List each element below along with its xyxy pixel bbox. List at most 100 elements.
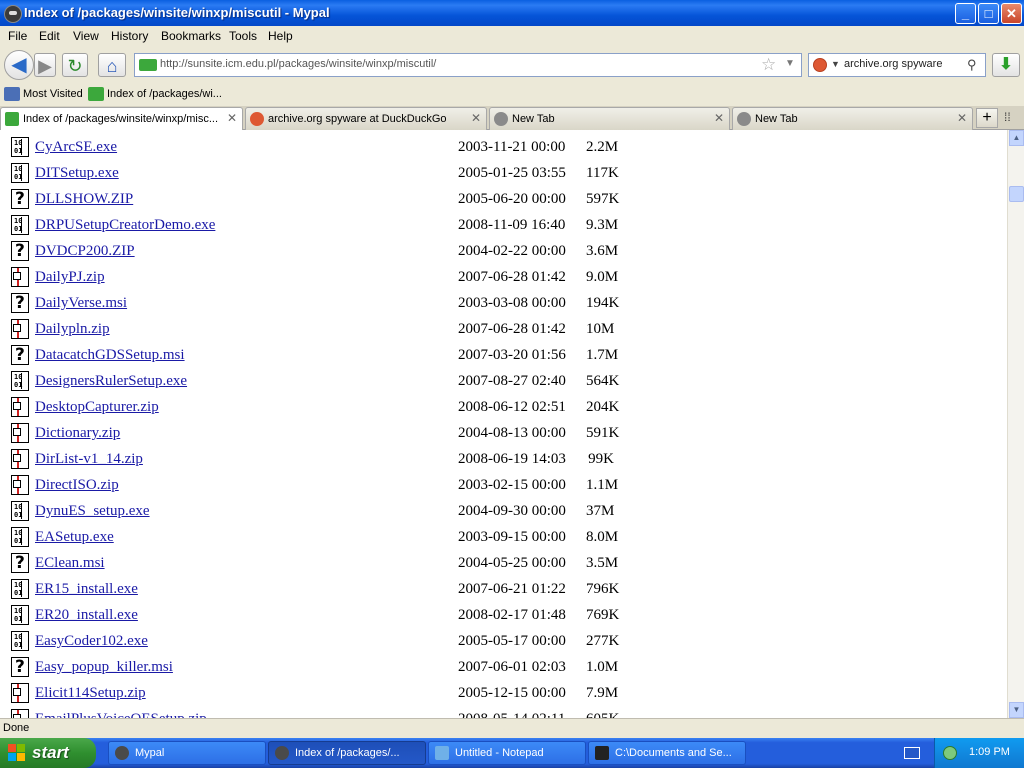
file-date: 2005-12-15 00:00 <box>458 685 566 701</box>
file-link[interactable]: DVDCP200.ZIP <box>35 243 135 260</box>
forward-button[interactable]: ▶ <box>34 53 56 77</box>
tab-close-icon[interactable]: ✕ <box>227 111 237 125</box>
engine-dropdown-icon[interactable]: ▼ <box>831 59 840 69</box>
back-button[interactable]: ◀ <box>4 50 34 80</box>
menu-history[interactable]: History <box>111 29 148 43</box>
mypal-task-icon <box>275 746 289 760</box>
file-size: 99K <box>588 451 614 467</box>
close-button[interactable]: ✕ <box>1001 3 1022 24</box>
file-link[interactable]: Dailypln.zip <box>35 321 110 338</box>
tab-duckduckgo[interactable]: archive.org spyware at DuckDuckGo ✕ <box>245 107 487 130</box>
back-arrow-icon: ◀ <box>11 54 27 76</box>
start-button[interactable]: start <box>0 738 96 768</box>
file-link[interactable]: ER15_install.exe <box>35 581 138 598</box>
file-link[interactable]: ER20_install.exe <box>35 607 138 624</box>
home-button[interactable]: ⌂ <box>98 53 126 77</box>
tab-close-icon[interactable]: ✕ <box>471 111 481 125</box>
file-date: 2004-02-22 00:00 <box>458 243 566 259</box>
file-link[interactable]: EasyCoder102.exe <box>35 633 148 650</box>
file-link[interactable]: EClean.msi <box>35 555 105 572</box>
tab-new-tab-2[interactable]: New Tab ✕ <box>732 107 973 130</box>
file-row: ER15_install.exe 2007-06-21 01:22 796K <box>0 576 1000 602</box>
file-size: 204K <box>586 399 620 415</box>
minimize-button[interactable]: _ <box>955 3 976 24</box>
menu-help[interactable]: Help <box>268 29 293 43</box>
file-row: Easy_popup_killer.msi 2007-06-01 02:03 1.0… <box>0 654 1000 680</box>
url-text[interactable]: http://sunsite.icm.edu.pl/packages/winsi… <box>160 58 436 70</box>
file-link[interactable]: DailyPJ.zip <box>35 269 105 286</box>
file-date: 2003-03-08 00:00 <box>458 295 566 311</box>
file-date: 2004-08-13 00:00 <box>458 425 566 441</box>
file-link[interactable]: DRPUSetupCreatorDemo.exe <box>35 217 215 234</box>
bookmark-star-icon[interactable]: ☆ <box>761 55 776 75</box>
search-magnifier-icon[interactable]: ⚲ <box>967 57 977 73</box>
search-bar[interactable]: ▼ archive.org spyware ⚲ <box>808 53 986 77</box>
keyboard-icon[interactable] <box>904 747 920 759</box>
mypal-app-icon[interactable] <box>4 5 22 23</box>
file-size: 769K <box>586 607 620 623</box>
menu-edit[interactable]: Edit <box>39 29 60 43</box>
file-row: Dailypln.zip 2007-06-28 01:42 10M <box>0 316 1000 342</box>
tab-index-packages[interactable]: Index of /packages/winsite/winxp/misc...… <box>0 107 243 131</box>
forward-arrow-icon: ▶ <box>38 56 52 76</box>
search-input[interactable]: archive.org spyware <box>844 58 942 70</box>
file-link[interactable]: DynuES_setup.exe <box>35 503 150 520</box>
menu-tools[interactable]: Tools <box>229 29 257 43</box>
file-link[interactable]: DITSetup.exe <box>35 165 119 182</box>
task-index-packages[interactable]: Index of /packages/... <box>268 741 426 765</box>
task-label: C:\Documents and Se... <box>615 747 732 759</box>
duckduckgo-engine-icon[interactable] <box>813 58 827 72</box>
bookmark-favicon-icon <box>88 87 104 101</box>
file-link[interactable]: DesktopCapturer.zip <box>35 399 159 416</box>
file-link[interactable]: Easy_popup_killer.msi <box>35 659 173 676</box>
tab-new-tab-1[interactable]: New Tab ✕ <box>489 107 730 130</box>
file-link[interactable]: CyArcSE.exe <box>35 139 117 156</box>
plus-icon: + <box>982 109 992 126</box>
address-bar[interactable]: http://sunsite.icm.edu.pl/packages/winsi… <box>134 53 802 77</box>
tab-close-icon[interactable]: ✕ <box>957 111 967 125</box>
task-notepad[interactable]: Untitled - Notepad <box>428 741 586 765</box>
tab-close-icon[interactable]: ✕ <box>714 111 724 125</box>
menu-bookmarks[interactable]: Bookmarks <box>161 29 221 43</box>
file-link[interactable]: EASetup.exe <box>35 529 114 546</box>
duckduckgo-favicon-icon <box>250 112 264 126</box>
file-link[interactable]: DirList-v1_14.zip <box>35 451 143 468</box>
scroll-down-icon[interactable]: ▼ <box>1009 702 1024 718</box>
tab-favicon-icon <box>5 112 19 126</box>
file-size: 1.7M <box>586 347 619 363</box>
reload-button[interactable]: ↻ <box>62 53 88 77</box>
task-7zip[interactable]: C:\Documents and Se... <box>588 741 746 765</box>
file-row: EASetup.exe 2003-09-15 00:00 8.0M <box>0 524 1000 550</box>
file-size: 7.9M <box>586 685 619 701</box>
file-link[interactable]: DesignersRulerSetup.exe <box>35 373 187 390</box>
window-title-bar[interactable]: Index of /packages/winsite/winxp/miscuti… <box>0 0 1024 26</box>
bookmark-index-packages[interactable]: Index of /packages/wi... <box>107 88 222 100</box>
file-link[interactable]: DailyVerse.msi <box>35 295 127 312</box>
new-tab-button[interactable]: + <box>976 108 998 128</box>
list-all-tabs-icon[interactable]: ⁞⁞ <box>1004 110 1011 124</box>
menu-view[interactable]: View <box>73 29 99 43</box>
scroll-up-icon[interactable]: ▲ <box>1009 130 1024 146</box>
compressed-file-icon <box>11 475 29 495</box>
task-label: Index of /packages/... <box>295 747 400 759</box>
maximize-button[interactable]: □ <box>978 3 999 24</box>
file-link[interactable]: EmailPlusVoiceOESetup.zip <box>35 711 207 718</box>
file-link[interactable]: Dictionary.zip <box>35 425 120 442</box>
file-link[interactable]: DatacatchGDSSetup.msi <box>35 347 185 364</box>
file-link[interactable]: Elicit114Setup.zip <box>35 685 146 702</box>
task-mypal[interactable]: Mypal <box>108 741 266 765</box>
vertical-scrollbar[interactable]: ▲ ▼ <box>1007 130 1024 718</box>
file-link[interactable]: DLLSHOW.ZIP <box>35 191 133 208</box>
file-date: 2003-11-21 00:00 <box>458 139 566 155</box>
file-row: EmailPlusVoiceOESetup.zip 2008-05-14 02:1… <box>0 706 1000 718</box>
file-link[interactable]: DirectISO.zip <box>35 477 119 494</box>
menu-file[interactable]: File <box>8 29 27 43</box>
scrollbar-thumb[interactable] <box>1009 186 1024 202</box>
clock[interactable]: 1:09 PM <box>969 746 1010 758</box>
tab-label: New Tab <box>755 113 798 125</box>
network-tray-icon[interactable] <box>943 746 957 760</box>
url-dropdown-icon[interactable]: ▼ <box>785 58 795 69</box>
downloads-button[interactable]: ⬇ <box>992 53 1020 77</box>
bookmark-most-visited[interactable]: Most Visited <box>23 88 83 100</box>
file-date: 2007-06-01 02:03 <box>458 659 566 675</box>
